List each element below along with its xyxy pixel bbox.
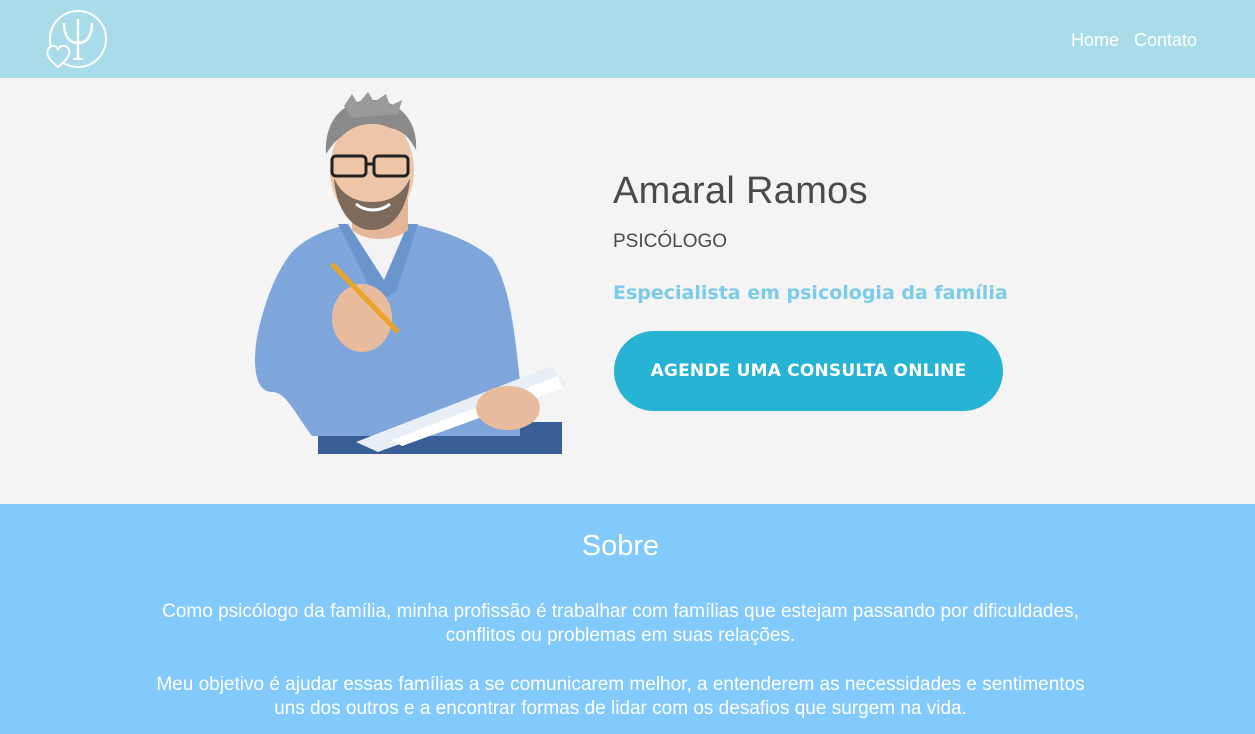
psi-heart-logo-icon[interactable] bbox=[44, 9, 112, 71]
schedule-consultation-button[interactable]: AGENDE UMA CONSULTA ONLINE bbox=[614, 331, 1003, 411]
psychologist-role: PSICÓLOGO bbox=[613, 231, 728, 252]
specialty-text: Especialista em psicologia da família bbox=[613, 282, 1008, 304]
nav-home-link[interactable]: Home bbox=[1071, 30, 1119, 51]
psychologist-portrait bbox=[252, 92, 570, 454]
main-nav: Home Contato bbox=[1071, 30, 1197, 51]
nav-contato-link[interactable]: Contato bbox=[1134, 30, 1197, 51]
about-title: Sobre bbox=[581, 530, 660, 562]
psychologist-name: Amaral Ramos bbox=[613, 170, 868, 212]
hero-section: Amaral Ramos PSICÓLOGO Especialista em p… bbox=[0, 78, 1255, 504]
about-section: Sobre Como psicólogo da família, minha p… bbox=[0, 504, 1255, 734]
about-paragraph: Como psicólogo da família, minha profiss… bbox=[162, 601, 1079, 646]
site-header: Home Contato bbox=[0, 0, 1255, 78]
about-paragraph: Meu objetivo é ajudar essas famílias a s… bbox=[156, 674, 1085, 719]
